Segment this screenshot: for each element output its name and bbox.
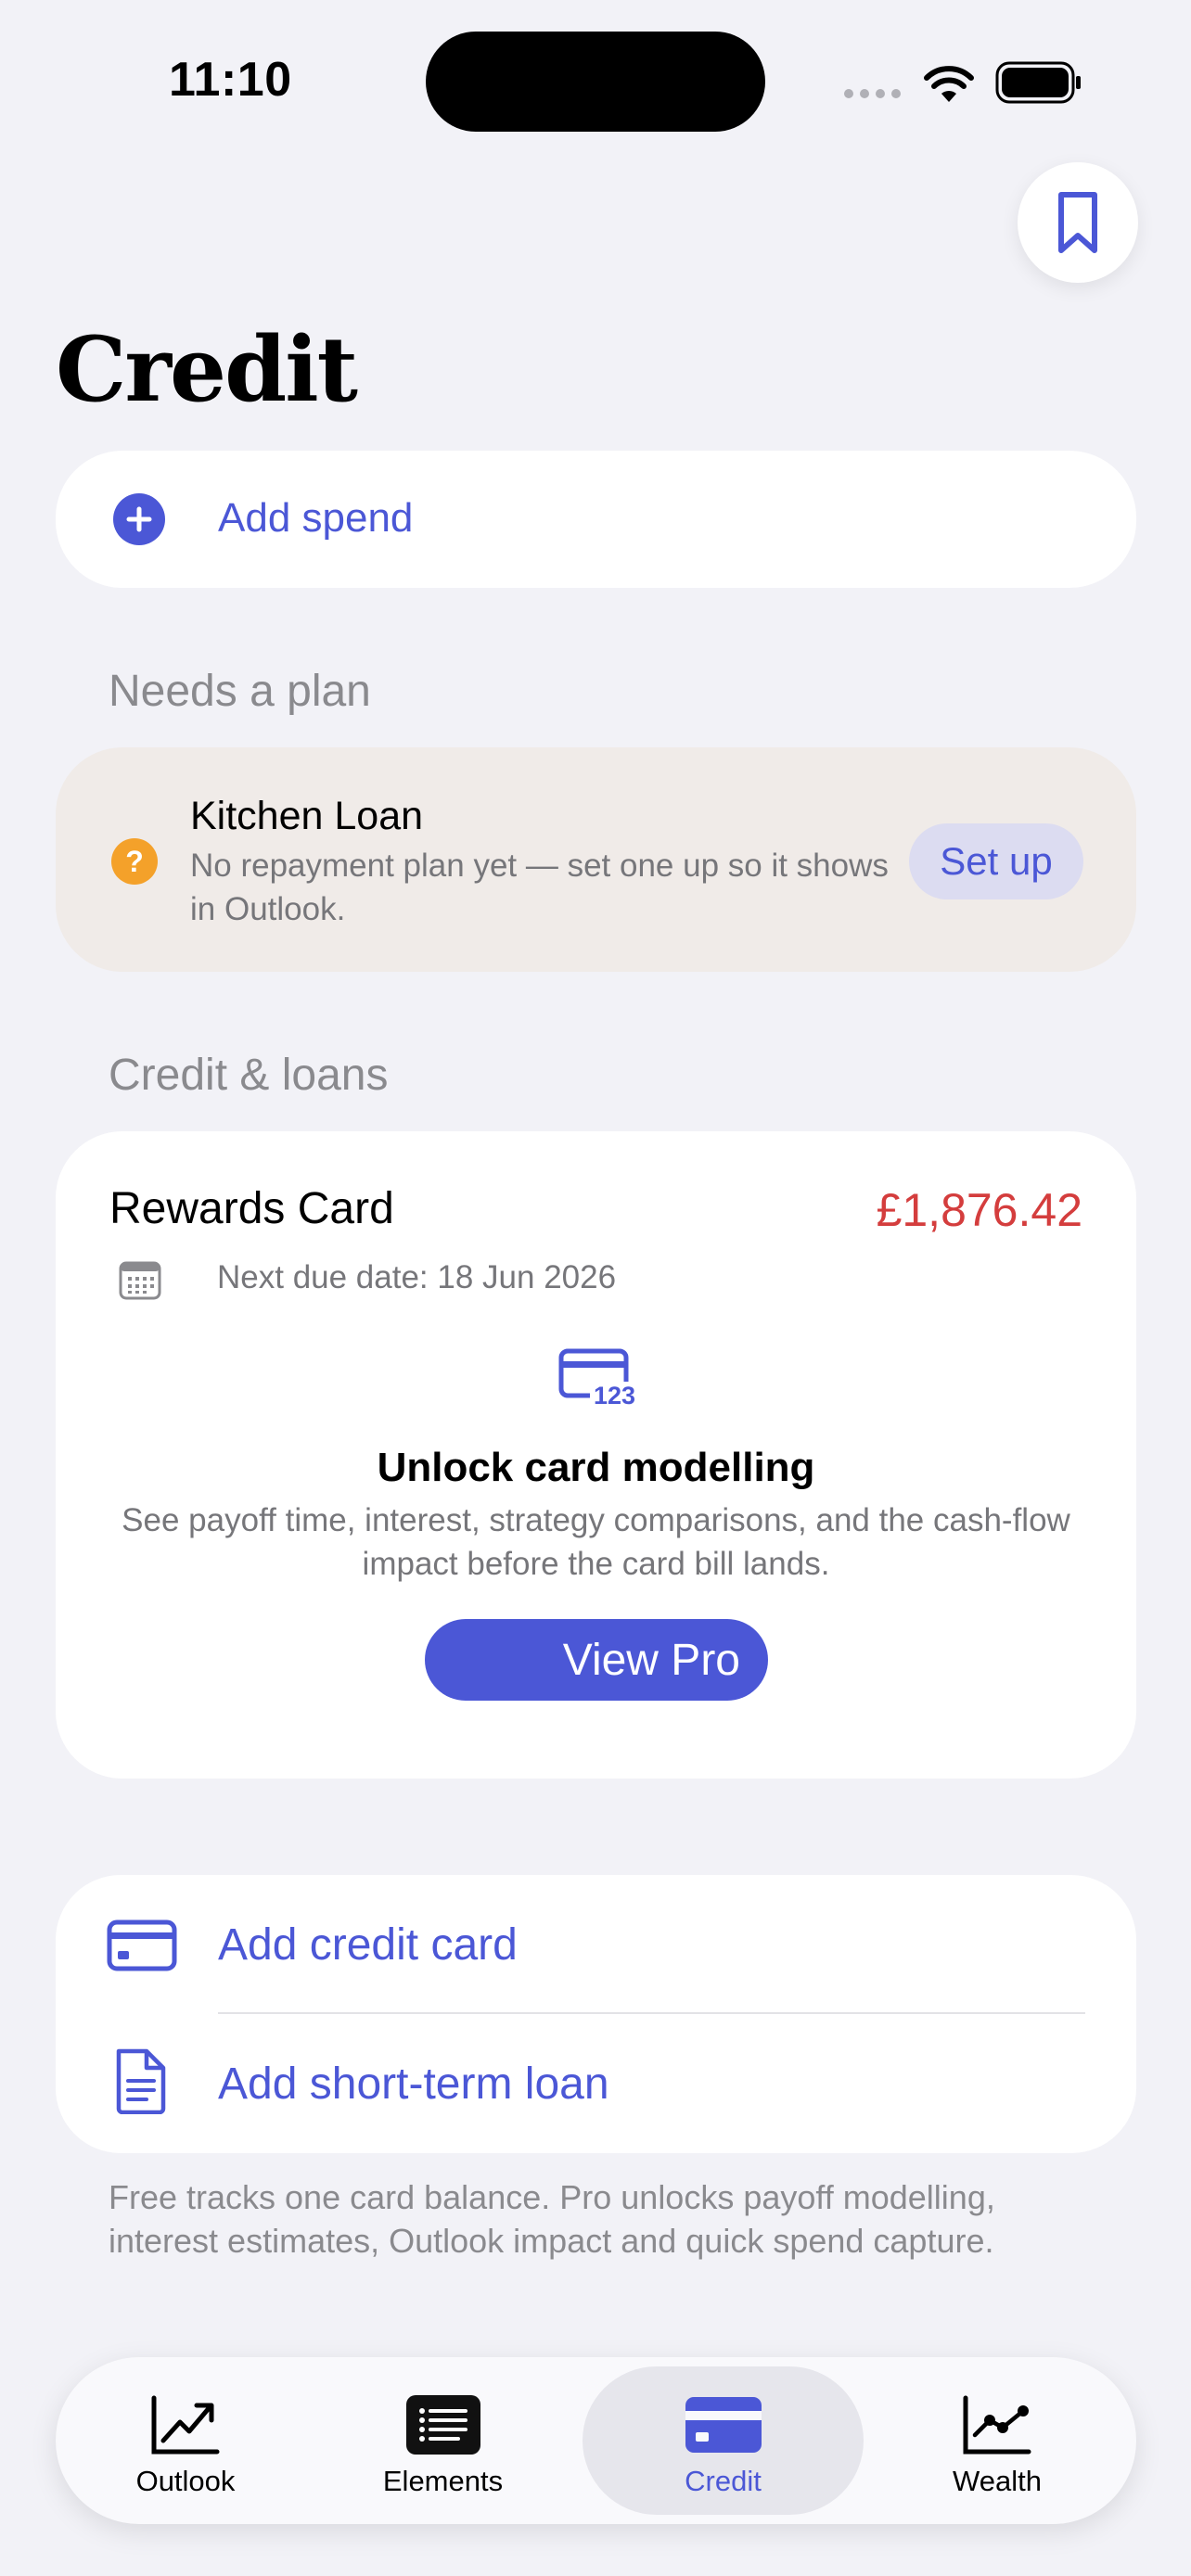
plus-circle-icon [113,493,165,545]
battery-icon [995,61,1081,104]
list-icon [405,2395,480,2455]
tab-outlook[interactable]: Outlook [83,2366,288,2515]
promo-title: Unlock card modelling [377,1445,815,1490]
card-name: Rewards Card [109,1184,394,1233]
line-chart-icon [963,2395,1031,2455]
add-short-term-loan-label: Add short-term loan [218,2060,609,2109]
calendar-icon [119,1261,161,1300]
credit-card-icon [107,1919,177,1971]
plan-item-kitchen-loan[interactable]: ? Kitchen Loan No repayment plan yet — s… [56,747,1136,972]
status-time: 11:10 [169,53,292,107]
section-title-needs-plan: Needs a plan [109,667,371,716]
add-credit-card-label: Add credit card [218,1920,518,1970]
promo-description: See payoff time, interest, strategy comp… [122,1502,1070,1582]
trend-up-icon [151,2395,220,2455]
next-due-date: Next due date: 18 Jun 2026 [217,1259,617,1295]
setup-button[interactable]: Set up [909,823,1083,899]
plan-item-title: Kitchen Loan [190,794,424,838]
dynamic-island [426,32,765,132]
plan-item-description: No repayment plan yet — set one up so it… [190,848,889,927]
tab-label: Outlook [135,2465,236,2497]
add-short-term-loan-button[interactable]: Add short-term loan [56,2014,1136,2153]
footnote: Free tracks one card balance. Pro unlock… [109,2178,995,2260]
page-title: Credit [56,317,358,422]
bookmark-button[interactable] [1018,162,1138,283]
wifi-icon [924,66,974,102]
add-spend-button[interactable]: Add spend [56,451,1136,588]
tab-label: Elements [382,2465,504,2497]
credit-card-icon [685,2397,762,2453]
svg-text:123: 123 [594,1382,634,1408]
section-title-credit-loans: Credit & loans [109,1051,389,1100]
question-icon: ? [111,838,158,885]
view-pro-button[interactable]: View Pro [425,1619,768,1701]
add-credit-card-button[interactable]: Add credit card [56,1875,1136,2014]
tab-elements[interactable]: Elements [339,2366,547,2515]
tab-credit[interactable]: Credit [583,2366,864,2515]
card-123-icon: 123 [558,1348,634,1408]
signal-dots-icon [844,89,901,98]
add-actions-list: Add credit card Add short-term loan [56,1875,1136,2153]
tab-bar: Outlook Elements Credit Wealth [56,2357,1136,2524]
tab-label: Credit [685,2465,762,2497]
rewards-card-item[interactable]: Rewards Card £1,876.42 Next due date: 18… [56,1131,1136,1779]
tab-wealth[interactable]: Wealth [895,2366,1099,2515]
bookmark-icon [1058,192,1097,253]
tab-label: Wealth [953,2465,1042,2497]
document-icon [116,2048,166,2114]
add-spend-label: Add spend [218,495,414,541]
card-balance: £1,876.42 [876,1184,1082,1236]
